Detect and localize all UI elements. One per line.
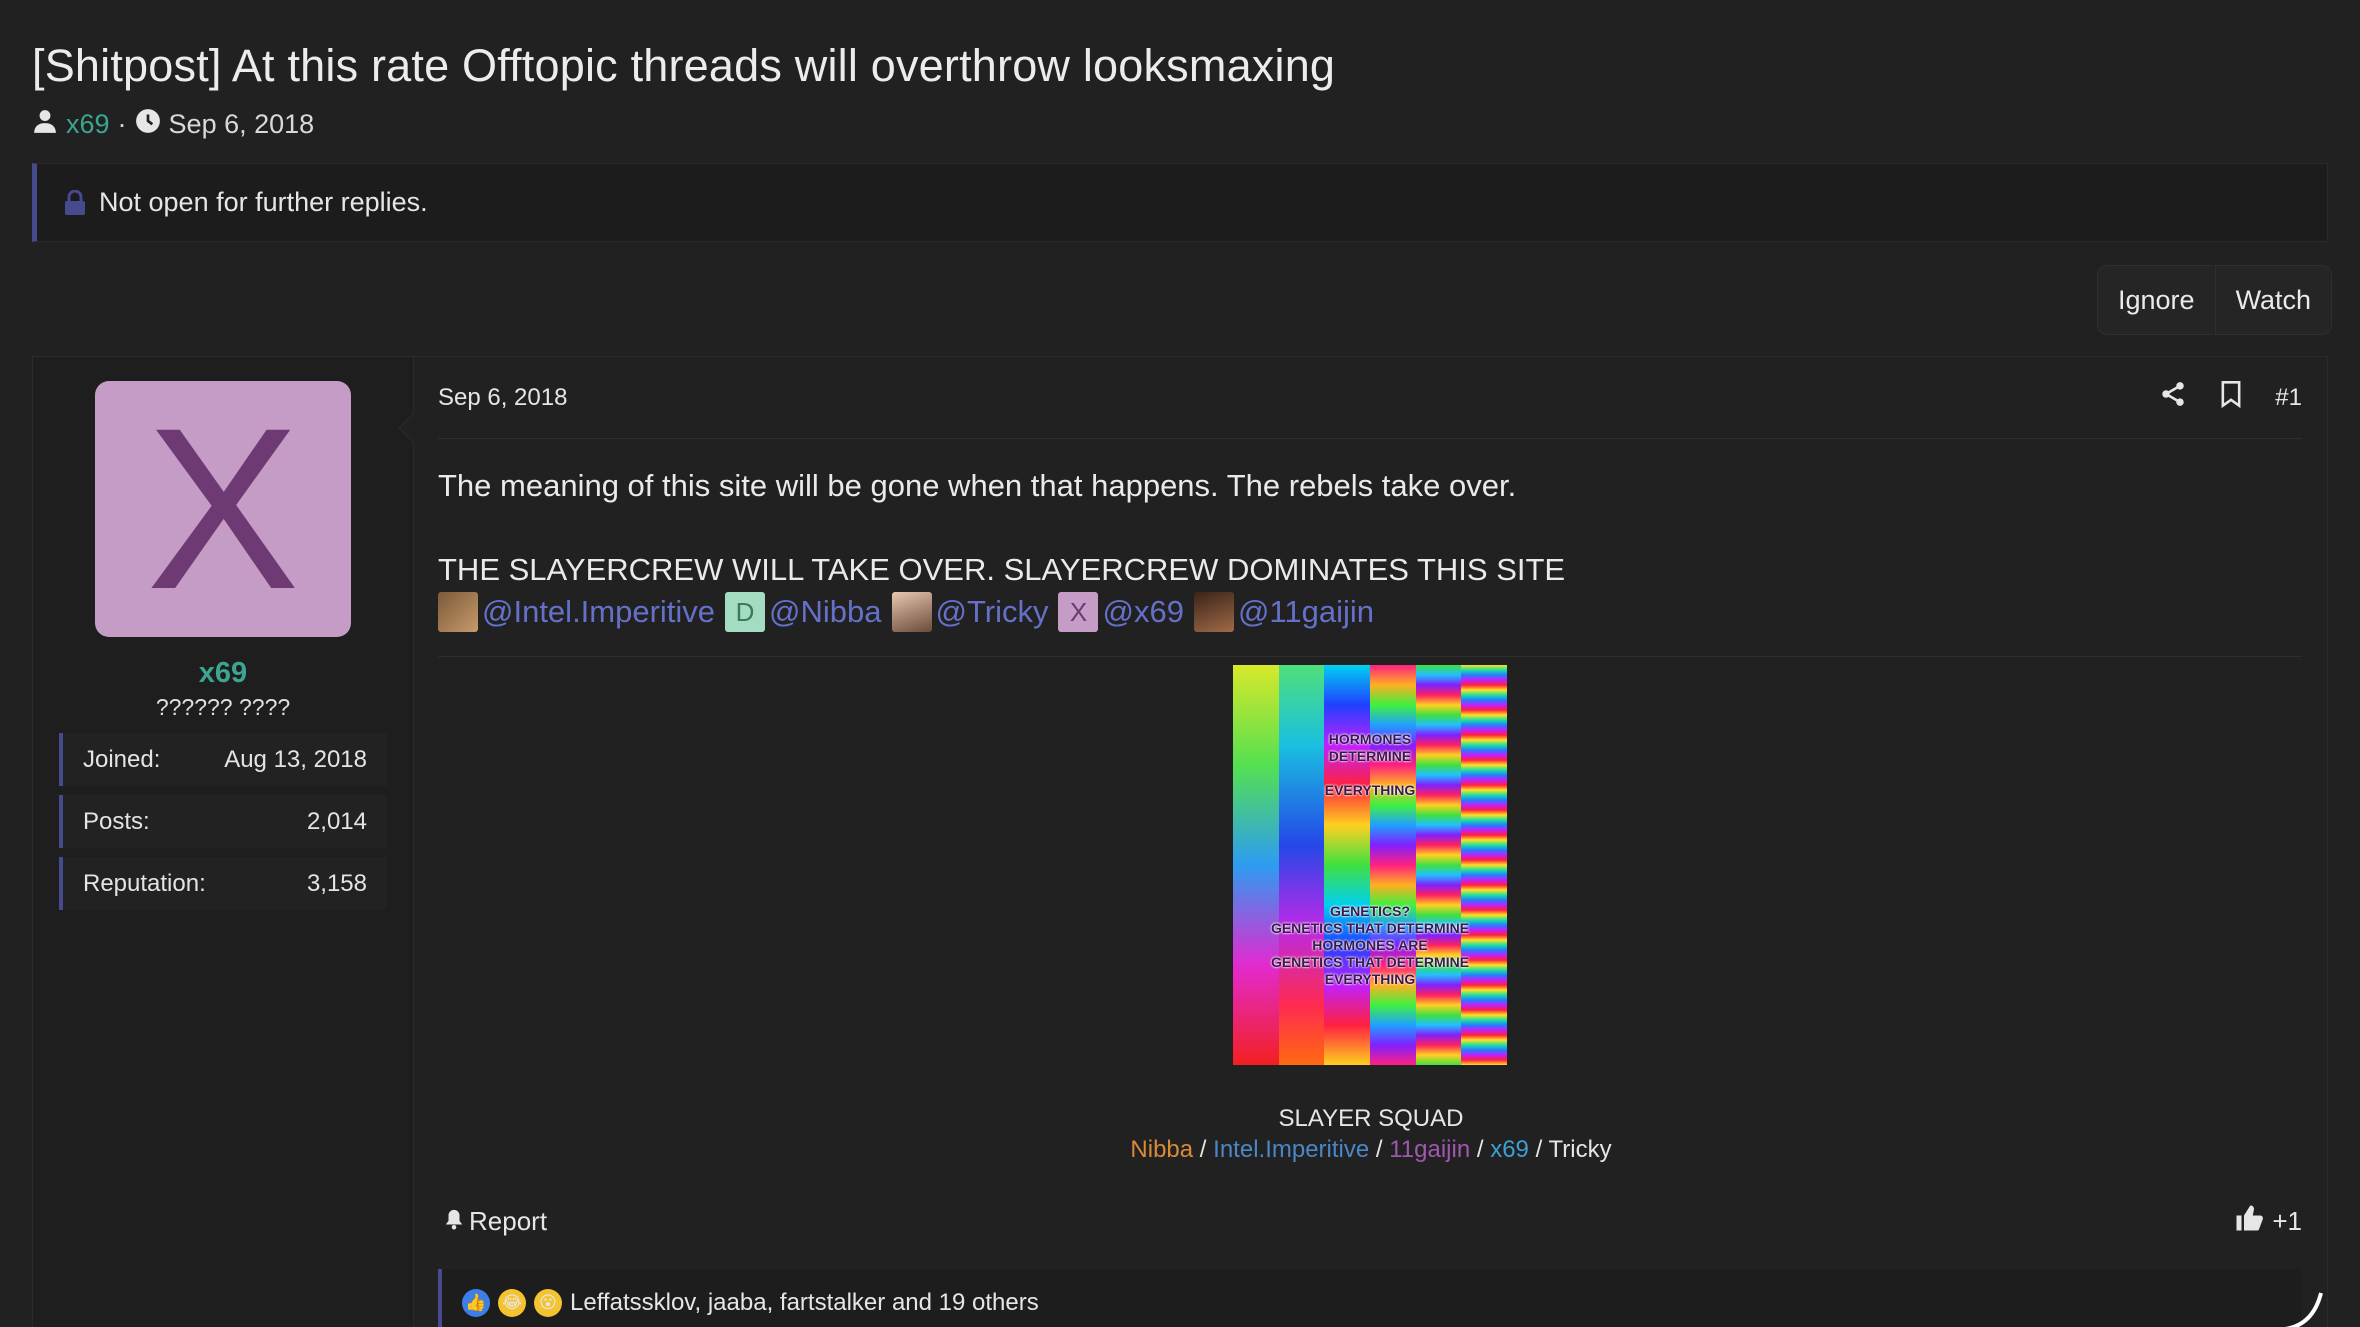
post-line-1: The meaning of this site will be gone wh… bbox=[438, 468, 1517, 503]
signature-link[interactable]: Tricky bbox=[1548, 1136, 1611, 1163]
mention-intel[interactable]: @Intel.Imperitive bbox=[438, 591, 715, 633]
user-stats: Joined: Aug 13, 2018 Posts: 2,014 Reputa… bbox=[59, 733, 387, 919]
user-title: ?????? ???? bbox=[155, 694, 291, 720]
thread-date[interactable]: Sep 6, 2018 bbox=[169, 109, 315, 140]
ignore-button[interactable]: Ignore bbox=[2098, 266, 2215, 334]
body-divider bbox=[438, 656, 2302, 657]
post-header: Sep 6, 2018 #1 bbox=[438, 357, 2302, 439]
mention-avatar: D bbox=[725, 592, 766, 632]
thread-meta: x69 · Sep 6, 2018 bbox=[32, 108, 314, 141]
mention-avatar bbox=[1193, 592, 1234, 632]
post-body: The meaning of this site will be gone wh… bbox=[438, 465, 2302, 633]
image-text: DETERMINE bbox=[1328, 748, 1412, 764]
image-text: GENETICS THAT DETERMINE bbox=[1270, 954, 1470, 970]
laugh-reaction-icon: 😂 bbox=[498, 1289, 526, 1317]
image-text: EVERYTHING bbox=[1324, 971, 1416, 987]
report-button[interactable]: Report bbox=[438, 1206, 547, 1237]
post-main: Sep 6, 2018 #1 The meaning of this site … bbox=[415, 357, 2327, 1327]
clock-icon bbox=[135, 108, 161, 141]
bookmark-icon[interactable] bbox=[2217, 380, 2245, 415]
mention-text: @11gaijin bbox=[1237, 594, 1374, 629]
report-label: Report bbox=[469, 1205, 548, 1236]
mention-avatar bbox=[438, 592, 478, 632]
signature-separator: / bbox=[1528, 1136, 1549, 1163]
image-text: HORMONES ARE bbox=[1312, 937, 1428, 953]
thread-author-link[interactable]: x69 bbox=[66, 109, 110, 140]
mention-11gaijin[interactable]: @11gaijin bbox=[1193, 591, 1374, 633]
post-date[interactable]: Sep 6, 2018 bbox=[438, 384, 567, 412]
signature-separator: / bbox=[1470, 1136, 1491, 1163]
like-count: +1 bbox=[2272, 1205, 2302, 1236]
image-text: GENETICS THAT DETERMINE bbox=[1270, 920, 1470, 936]
image-text: GENETICS? bbox=[1329, 903, 1411, 919]
like-button[interactable]: +1 bbox=[2234, 1203, 2302, 1240]
stat-label: Posts: bbox=[83, 807, 150, 835]
signature-link[interactable]: Nibba bbox=[1130, 1136, 1193, 1163]
stat-label: Joined: bbox=[83, 745, 161, 773]
mention-tricky[interactable]: @Tricky bbox=[891, 591, 1049, 633]
stat-joined: Joined: Aug 13, 2018 bbox=[59, 733, 387, 786]
stat-label: Reputation: bbox=[83, 869, 206, 897]
thread-title: [Shitpost] At this rate Offtopic threads… bbox=[32, 40, 1336, 91]
post: X x69 ?????? ???? Joined: Aug 13, 2018 P… bbox=[32, 356, 2328, 1327]
stat-posts: Posts: 2,014 bbox=[59, 795, 387, 848]
mentions: @Intel.Imperitive D @Nibba @Tricky X @x6… bbox=[438, 591, 2302, 633]
signature-links: Nibba / Intel.Imperitive / 11gaijin / x6… bbox=[415, 1136, 2327, 1164]
image-text: EVERYTHING bbox=[1324, 782, 1416, 798]
user-icon bbox=[32, 108, 58, 141]
mention-avatar: X bbox=[1058, 592, 1099, 632]
mention-text: @Intel.Imperitive bbox=[482, 594, 716, 629]
stat-reputation: Reputation: 3,158 bbox=[59, 857, 387, 910]
username[interactable]: x69 bbox=[33, 657, 413, 690]
post-number[interactable]: #1 bbox=[2275, 384, 2302, 412]
mention-text: @x69 bbox=[1102, 594, 1184, 629]
signature-title: SLAYER SQUAD bbox=[1278, 1105, 1464, 1132]
meta-separator: · bbox=[117, 109, 127, 139]
mention-text: @Nibba bbox=[769, 594, 882, 629]
share-icon[interactable] bbox=[2159, 380, 2187, 415]
image-caption-top: HORMONES DETERMINE EVERYTHING bbox=[1233, 731, 1507, 799]
post-line-2: THE SLAYERCREW WILL TAKE OVER. SLAYERCRE… bbox=[438, 552, 1566, 587]
signature-link[interactable]: x69 bbox=[1490, 1136, 1529, 1163]
mention-nibba[interactable]: D @Nibba bbox=[725, 591, 882, 633]
stat-value: Aug 13, 2018 bbox=[224, 745, 367, 773]
signature-link[interactable]: Intel.Imperitive bbox=[1213, 1136, 1369, 1163]
bell-icon bbox=[443, 1206, 465, 1237]
post-image[interactable]: HORMONES DETERMINE EVERYTHING GENETICS? … bbox=[1233, 665, 1507, 1065]
avatar-letter: X bbox=[146, 380, 300, 637]
signature-link[interactable]: 11gaijin bbox=[1389, 1136, 1470, 1163]
locked-notice: Not open for further replies. bbox=[32, 163, 2328, 242]
corner-curve-icon bbox=[2277, 1285, 2327, 1327]
signature-separator: / bbox=[1369, 1136, 1390, 1163]
like-reaction-icon: 👍 bbox=[462, 1289, 490, 1317]
thread-actions: Ignore Watch bbox=[2097, 265, 2333, 335]
post-header-actions: #1 bbox=[2159, 380, 2302, 415]
avatar[interactable]: X bbox=[95, 381, 351, 637]
user-cell: X x69 ?????? ???? Joined: Aug 13, 2018 P… bbox=[33, 357, 414, 1327]
wow-reaction-icon: 😮 bbox=[534, 1289, 562, 1317]
mention-text: @Tricky bbox=[935, 594, 1049, 629]
image-caption-bottom: GENETICS? GENETICS THAT DETERMINE HORMON… bbox=[1233, 903, 1507, 988]
signature-separator: / bbox=[1193, 1136, 1214, 1163]
watch-button[interactable]: Watch bbox=[2214, 266, 2332, 334]
image-text: HORMONES bbox=[1328, 731, 1412, 747]
mention-avatar bbox=[891, 592, 932, 632]
thumbs-up-icon bbox=[2234, 1203, 2264, 1240]
reactions-bar[interactable]: 👍 😂 😮 Leffatssklov, jaaba, fartstalker a… bbox=[438, 1269, 2302, 1327]
lock-icon bbox=[63, 189, 87, 216]
notice-text: Not open for further replies. bbox=[99, 187, 428, 217]
reactions-text: Leffatssklov, jaaba, fartstalker and 19 … bbox=[570, 1289, 1039, 1316]
mention-x69[interactable]: X @x69 bbox=[1058, 591, 1184, 633]
stat-value: 2,014 bbox=[306, 807, 367, 835]
post-footer: Report +1 bbox=[438, 1197, 2302, 1245]
stat-value: 3,158 bbox=[306, 869, 367, 897]
